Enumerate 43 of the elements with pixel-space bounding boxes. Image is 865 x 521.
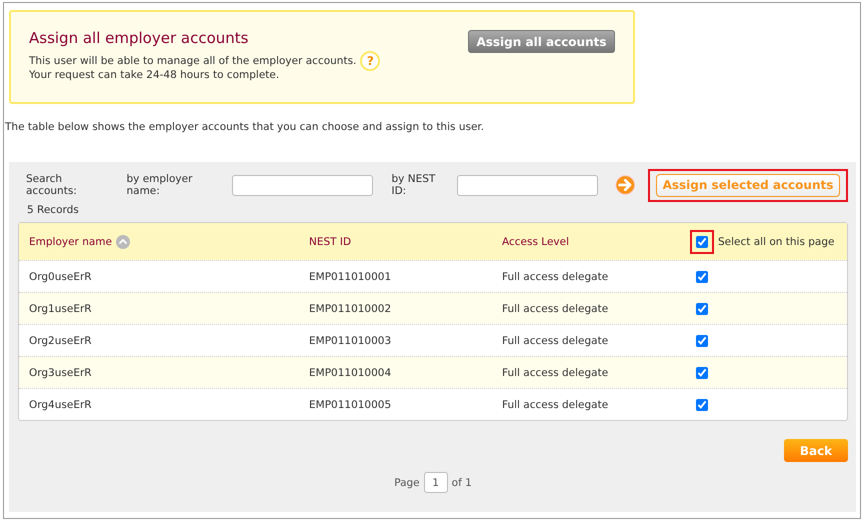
table-cell-text: Full access delegate bbox=[502, 302, 610, 314]
row-checkbox[interactable] bbox=[696, 334, 708, 346]
table-cell-text: Org1useErR bbox=[28, 302, 93, 314]
page-label: Page bbox=[394, 476, 420, 488]
table-cell-text: Full access delegate bbox=[502, 334, 610, 346]
panel-title: Assign all employer accounts bbox=[29, 29, 250, 47]
arrow-right-icon[interactable] bbox=[615, 174, 636, 196]
table-cell-text: EMP011010005 bbox=[309, 398, 392, 410]
table-cell-text: Org3useErR bbox=[28, 366, 93, 378]
select-all-checkbox[interactable] bbox=[696, 236, 708, 248]
table-cell-text: Org0useErR bbox=[28, 270, 93, 282]
field-label: by employer name: bbox=[126, 173, 194, 197]
table-cell-text: EMP011010001 bbox=[309, 270, 392, 282]
table-cell-text: Org4useErR bbox=[28, 398, 93, 410]
page-field[interactable]: 1 bbox=[424, 472, 448, 493]
table-cell-text: EMP011010003 bbox=[309, 334, 392, 346]
table-cell-text: Full access delegate bbox=[502, 398, 610, 410]
row-checkbox[interactable] bbox=[696, 366, 708, 378]
records-count: 5 Records bbox=[26, 203, 80, 218]
table-cell-text: EMP011010002 bbox=[309, 302, 392, 314]
field-label: by NEST ID: bbox=[392, 173, 436, 197]
table-cell-text: Full access delegate bbox=[502, 270, 610, 282]
table-cell-text: Full access delegate bbox=[502, 366, 610, 378]
help-icon[interactable]: ? bbox=[360, 51, 380, 71]
intro-text: The table below shows the employer accounts that you can choose and assign to this user. bbox=[5, 121, 486, 133]
row-checkbox[interactable] bbox=[696, 302, 708, 314]
checkbox-label: Select all on this page bbox=[718, 236, 834, 248]
row-checkbox[interactable] bbox=[696, 398, 708, 410]
back-button[interactable]: Back bbox=[784, 439, 848, 462]
employer-name-field[interactable] bbox=[232, 174, 372, 196]
assign-all-button[interactable]: Assign all accounts bbox=[468, 30, 615, 53]
table-cell-text: Org2useErR bbox=[28, 334, 93, 346]
assign-selected-button[interactable]: Assign selected accounts bbox=[656, 174, 840, 196]
column-header[interactable]: Employer name bbox=[29, 236, 112, 248]
row-checkbox[interactable] bbox=[696, 270, 708, 282]
nest-id-field[interactable] bbox=[457, 174, 598, 196]
table-cell-text: EMP011010004 bbox=[309, 366, 392, 378]
column-header: Access Level bbox=[502, 236, 570, 248]
search-label: Search accounts: bbox=[26, 173, 78, 197]
note-text: Your request can take 24-48 hours to complete. bbox=[29, 69, 280, 82]
description-text: This user will be able to manage all of the employer accounts. bbox=[29, 55, 356, 67]
page-total: of 1 bbox=[452, 476, 472, 488]
column-header: NEST ID bbox=[309, 236, 352, 248]
